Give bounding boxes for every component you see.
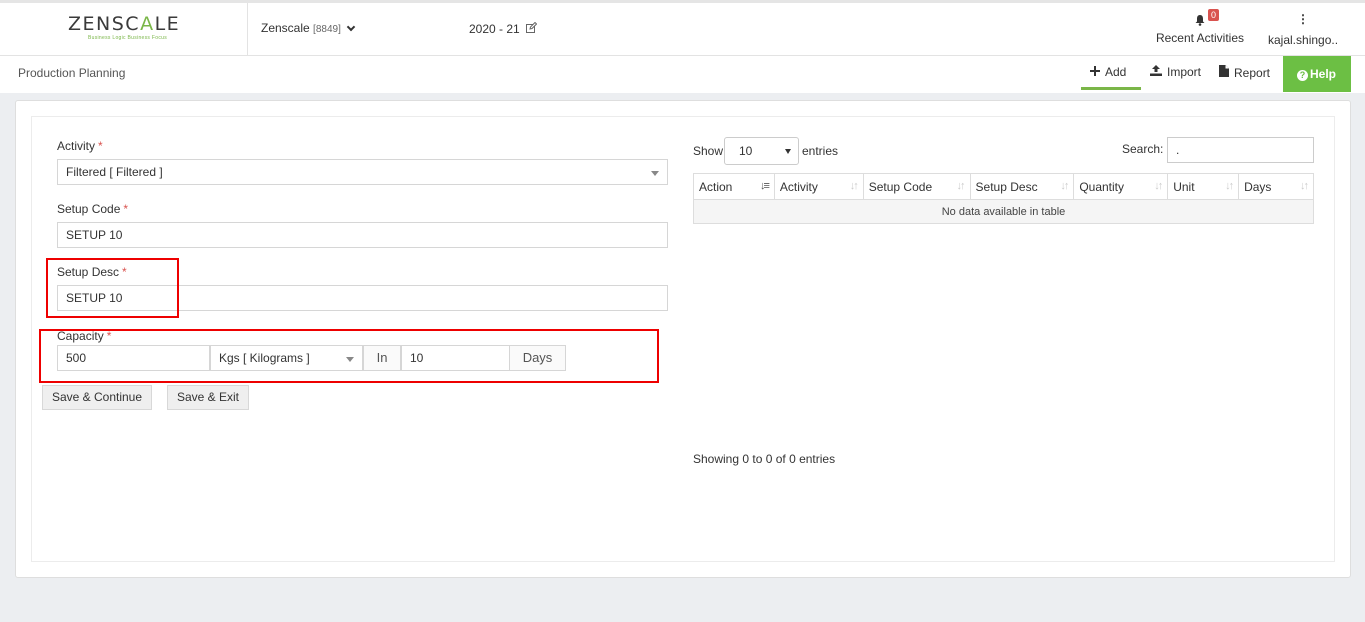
caret-down-icon [785, 149, 791, 154]
capacity-highlight [39, 329, 659, 383]
upload-icon [1150, 65, 1162, 79]
help-button[interactable]: ? Help [1283, 56, 1351, 92]
column-header-setup-code[interactable]: Setup Code ↓↑ [862, 173, 971, 200]
data-table: Action ↓≡ Activity ↓↑ Setup Code ↓↑ Setup D… [693, 173, 1314, 224]
caret-down-icon [651, 171, 659, 176]
report-button[interactable]: Report [1219, 65, 1270, 80]
add-button[interactable]: Add [1090, 65, 1126, 79]
chevron-down-icon [346, 22, 356, 32]
import-button[interactable]: Import [1150, 65, 1201, 79]
import-label: Import [1167, 65, 1202, 79]
zenscale-logo[interactable]: ZENSCALE Business Logic Business Focus [0, 3, 248, 55]
search-input[interactable]: . [1167, 137, 1314, 163]
column-header-setup-desc[interactable]: Setup Desc ↓↑ [969, 173, 1075, 200]
top-header: ZENSCALE Business Logic Business Focus Z… [0, 0, 1365, 56]
sort-icon: ↓↑ [1225, 180, 1234, 192]
user-menu[interactable]: ⋮ kajal.shingo.. [1268, 11, 1338, 47]
sort-icon: ↓↑ [1300, 180, 1309, 192]
page-title: Production Planning [18, 66, 126, 80]
column-header-action[interactable]: Action ↓≡ [693, 173, 775, 200]
activity-value: Filtered [ Filtered ] [66, 165, 163, 179]
more-vertical-icon: ⋮ [1297, 12, 1309, 26]
column-header-unit[interactable]: Unit ↓↑ [1167, 173, 1240, 200]
notification-count-badge: 0 [1208, 9, 1220, 21]
sort-icon: ↓↑ [956, 180, 966, 192]
setup-code-label: Setup Code * [57, 202, 129, 216]
sort-icon: ↓≡ [759, 180, 770, 192]
add-label: Add [1105, 65, 1127, 79]
table-row: No data available in table [693, 199, 1314, 224]
user-name: kajal.shingo.. [1268, 33, 1339, 47]
search-label: Search: [1122, 142, 1164, 156]
table-header-row: Action ↓≡ Activity ↓↑ Setup Code ↓↑ Setup D… [693, 173, 1314, 200]
edit-icon [526, 21, 538, 36]
recent-activities-label: Recent Activities [1155, 31, 1245, 45]
report-label: Report [1234, 66, 1271, 80]
page-length-select[interactable]: 10 [724, 137, 799, 165]
help-label: Help [1310, 67, 1337, 81]
page-length-value: 10 [739, 144, 753, 158]
recent-activities-button[interactable]: Recent Activities [1152, 11, 1248, 45]
fiscal-year-selector[interactable]: 2020 - 21 [469, 21, 538, 36]
setup-code-input[interactable]: SETUP 10 [57, 222, 668, 248]
sort-icon: ↓↑ [1154, 180, 1163, 192]
save-continue-button[interactable]: Save & Continue [42, 385, 152, 410]
company-selector[interactable]: Zenscale [8849] [261, 21, 356, 35]
fiscal-year: 2020 - 21 [469, 22, 520, 36]
activity-select[interactable]: Filtered [ Filtered ] [57, 159, 668, 185]
question-circle-icon: ? [1297, 70, 1308, 81]
sort-icon: ↓↑ [849, 180, 859, 192]
company-code: [8849] [313, 24, 341, 35]
company-name: Zenscale [261, 21, 310, 35]
entries-label: entries [802, 144, 839, 158]
column-header-quantity[interactable]: Quantity ↓↑ [1073, 173, 1169, 200]
logo-wordmark: ZENSCALE [68, 13, 181, 35]
sort-icon: ↓↑ [1060, 180, 1069, 192]
empty-table-message: No data available in table [693, 199, 1314, 224]
plus-icon [1090, 65, 1100, 79]
add-tab-underline [1081, 87, 1141, 90]
activity-label: Activity * [57, 139, 103, 153]
setup-desc-highlight [46, 258, 179, 318]
sub-header: Production Planning Add Import Report ? H… [0, 56, 1365, 93]
column-header-activity[interactable]: Activity ↓↑ [773, 173, 864, 200]
file-icon [1219, 65, 1229, 80]
column-header-days[interactable]: Days ↓↑ [1238, 173, 1314, 200]
show-label: Show [693, 144, 724, 158]
logo-tagline: Business Logic Business Focus [88, 35, 168, 41]
save-exit-button[interactable]: Save & Exit [167, 385, 249, 410]
bell-icon [1194, 14, 1206, 26]
table-info: Showing 0 to 0 of 0 entries [693, 452, 836, 466]
